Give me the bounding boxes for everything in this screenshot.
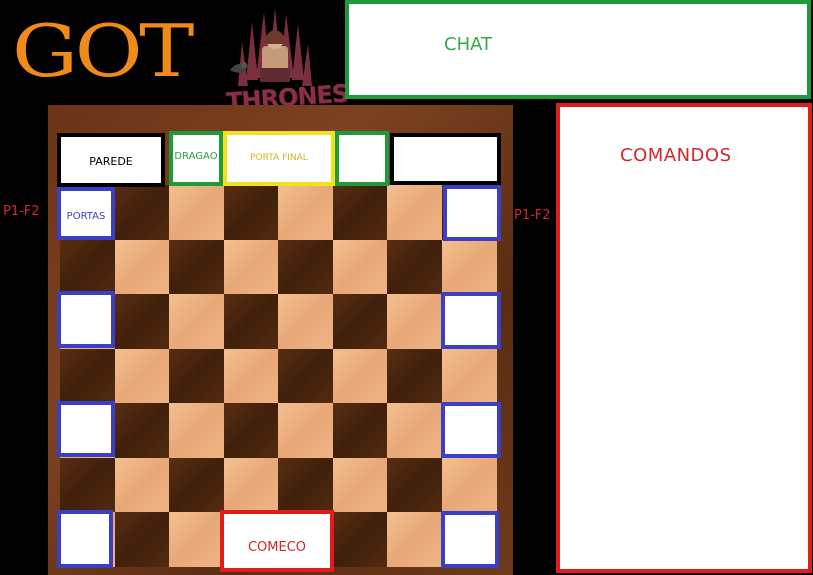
board-square [223, 185, 279, 240]
board-square [278, 403, 333, 458]
dragon-tile[interactable]: DRAGAO [169, 131, 223, 186]
game-board: PAREDE DRAGAO PORTA FINAL PORTAS COMECO [48, 105, 513, 575]
board-square [387, 403, 442, 458]
board-square [387, 239, 442, 295]
floor-label-right: P1-F2 [514, 208, 551, 223]
board-square [278, 457, 333, 513]
chat-panel[interactable]: CHAT [345, 0, 811, 99]
door-tile-right-4[interactable] [441, 511, 499, 568]
board-square [60, 457, 115, 513]
board-square [332, 512, 388, 567]
board-square [169, 512, 224, 567]
door-tile-left-2[interactable] [57, 291, 115, 348]
board-square [114, 185, 170, 240]
board-square [169, 348, 224, 404]
board-square [169, 185, 224, 240]
start-label: COMECO [247, 540, 307, 555]
doors-label: PORTAS [66, 211, 106, 222]
board-square [332, 294, 388, 349]
board-square [441, 457, 497, 513]
wall-tile[interactable]: PAREDE [57, 133, 165, 187]
board-square [223, 294, 279, 349]
board-square [169, 294, 224, 349]
board-square [114, 457, 170, 513]
dragon-label: DRAGAO [174, 151, 218, 162]
board-square [60, 348, 115, 404]
chat-label: CHAT [444, 34, 493, 55]
door-tile-left-4[interactable] [57, 510, 113, 568]
board-square [332, 403, 388, 458]
floor-label-left: P1-F2 [3, 204, 40, 219]
board-square [387, 457, 442, 513]
door-tile-right-2[interactable] [441, 292, 501, 349]
commands-panel[interactable]: COMANDOS [556, 103, 812, 573]
final-door-tile[interactable]: PORTA FINAL [223, 131, 335, 186]
door-tile-right-1[interactable] [443, 185, 501, 241]
board-square [332, 457, 388, 513]
wall-label: PAREDE [89, 155, 133, 168]
board-square [441, 348, 497, 404]
wall-tile-right[interactable] [390, 133, 501, 185]
board-square [114, 239, 170, 295]
board-square [223, 457, 279, 513]
board-square [387, 294, 442, 349]
board-square [332, 348, 388, 404]
board-square [387, 512, 442, 567]
board-square [223, 348, 279, 404]
board-square [114, 348, 170, 404]
board-square [223, 239, 279, 295]
commands-label: COMANDOS [620, 145, 732, 166]
board-square [114, 294, 170, 349]
board-square [441, 239, 497, 295]
start-tile[interactable]: COMECO [220, 510, 334, 572]
board-square [278, 185, 333, 240]
board-square [60, 239, 115, 295]
board-square [169, 457, 224, 513]
door-tile-left-1[interactable]: PORTAS [57, 187, 115, 240]
final-door-label: PORTA FINAL [250, 153, 308, 163]
got-logo: GOT [12, 9, 194, 93]
board-square [387, 348, 442, 404]
board-square [332, 239, 388, 295]
board-square [169, 403, 224, 458]
board-square [387, 185, 442, 240]
board-square [278, 294, 333, 349]
green-tile[interactable] [335, 131, 389, 186]
board-square [332, 185, 388, 240]
board-square [114, 512, 170, 567]
board-square [223, 403, 279, 458]
board-square [278, 239, 333, 295]
board-square [169, 239, 224, 295]
door-tile-right-3[interactable] [441, 402, 501, 458]
board-square [114, 403, 170, 458]
board-square [278, 348, 333, 404]
door-tile-left-3[interactable] [57, 401, 115, 457]
